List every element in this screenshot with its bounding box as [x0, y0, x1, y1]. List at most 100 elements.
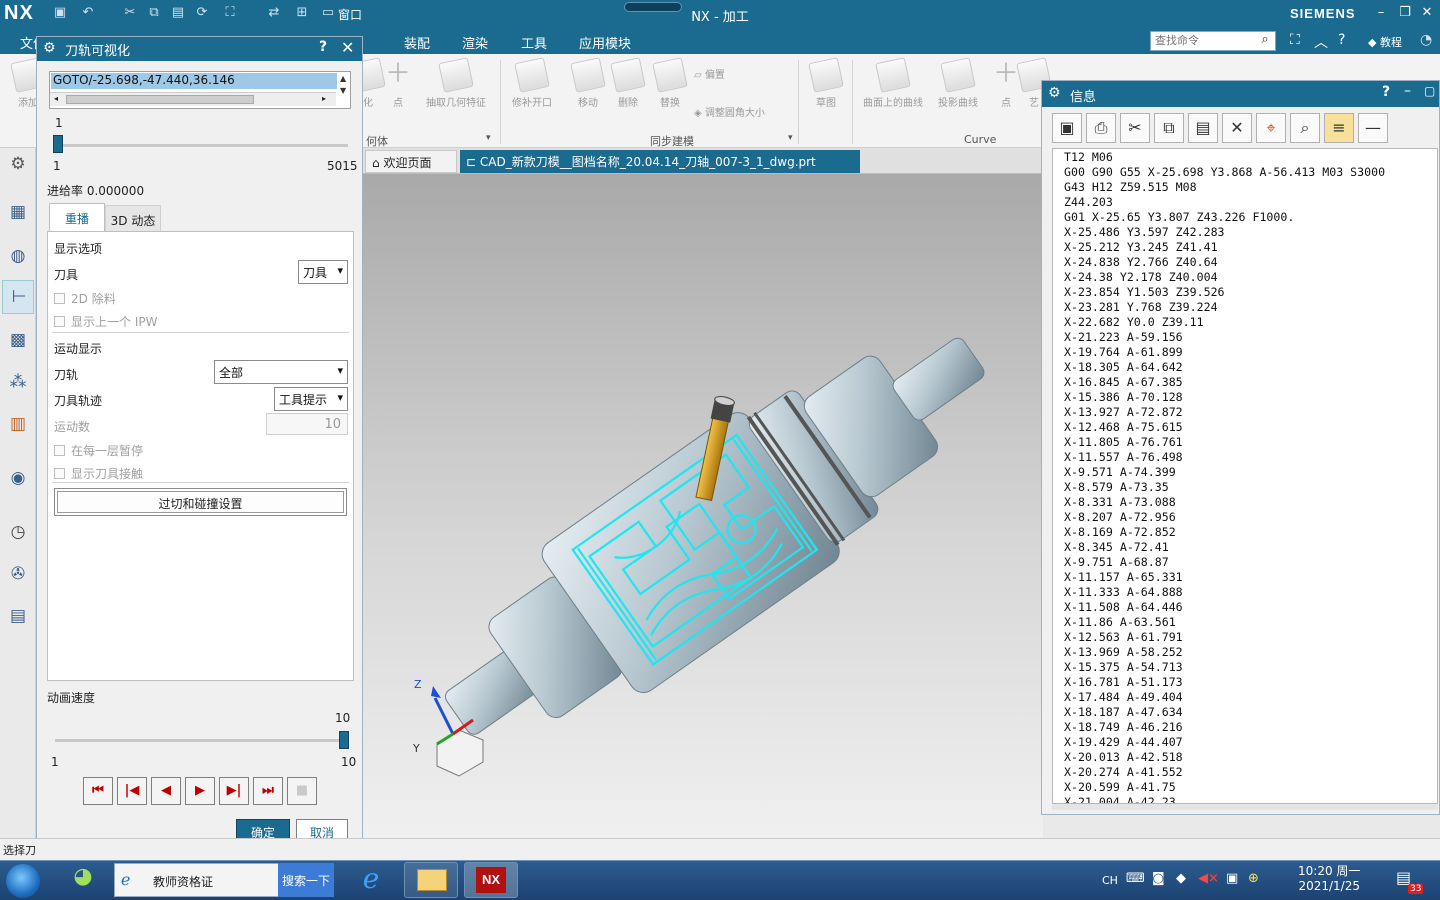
speed-slider-track[interactable]: [55, 739, 348, 742]
tab-cad-part[interactable]: ⊏ CAD_新款刀模__图档名称_20.04.14_刀轴_007-3_1_dwg…: [460, 150, 860, 173]
assembly-navigator-icon[interactable]: ◍: [6, 244, 30, 268]
history-icon[interactable]: ◷: [6, 520, 30, 544]
overcut-collision-settings-button[interactable]: 过切和碰撞设置: [54, 488, 347, 516]
tool-display-select[interactable]: 刀具: [298, 260, 348, 284]
ribbon-sketch-button[interactable]: 草图: [798, 57, 854, 109]
info-find-icon[interactable]: ⌕: [1290, 113, 1320, 143]
dialog-settings-icon[interactable]: ⚙: [43, 40, 56, 56]
notification-bell-icon[interactable]: ◆: [1176, 871, 1186, 886]
tab-close-icon[interactable]: ✕: [845, 152, 856, 167]
info-maximize-icon[interactable]: ▢: [1424, 84, 1435, 98]
tab-replay[interactable]: 重播: [49, 203, 105, 231]
ribbon-point-button[interactable]: ＋点: [370, 60, 426, 109]
tab-float-icon[interactable]: ⧉: [831, 154, 839, 168]
check-pause-each-layer[interactable]: 在每一层暂停: [54, 442, 143, 459]
goto-horizontal-scrollbar[interactable]: ◂ ▸: [50, 92, 336, 106]
search-icon[interactable]: ⌕: [1256, 32, 1274, 50]
dialog-close-icon[interactable]: ✕: [341, 38, 354, 57]
fast-forward-to-end-icon[interactable]: ⏭: [253, 777, 283, 805]
menu-application[interactable]: 应用模块: [579, 33, 631, 52]
ribbon-options-icon[interactable]: ◔: [1420, 32, 1432, 48]
settings-gear-icon[interactable]: ⚙: [6, 152, 30, 176]
check-tool-contact[interactable]: 显示刀具接触: [54, 465, 143, 482]
path-display-select[interactable]: 全部: [214, 360, 348, 384]
restore-icon[interactable]: ❐: [1396, 4, 1414, 22]
speed-slider-thumb[interactable]: [339, 731, 349, 749]
group-more-icon[interactable]: ▾: [788, 133, 793, 143]
info-help-icon[interactable]: ?: [1382, 84, 1390, 100]
info-text-area[interactable]: T12 M06 G00 G90 G55 X-25.698 Y3.868 A-56.…: [1052, 148, 1438, 804]
machine-tool-navigator-icon[interactable]: ▩: [6, 328, 30, 352]
info-collapse-icon[interactable]: —: [1358, 113, 1388, 143]
menu-render[interactable]: 渲染: [462, 33, 488, 52]
info-save-icon[interactable]: ▣: [1052, 113, 1082, 143]
security-icon[interactable]: ⊕: [1248, 871, 1259, 886]
app-360-icon[interactable]: ◕: [66, 864, 100, 896]
info-wrap-icon[interactable]: ≡: [1324, 113, 1354, 143]
nx-taskbar-button[interactable]: NX: [464, 862, 518, 898]
ribbon-offset-button[interactable]: ▱ 偏置: [694, 66, 725, 81]
operation-navigator-tab[interactable]: ⊢: [2, 280, 34, 314]
goto-listbox[interactable]: GOTO/-25.698,-47.440,36.146 ▲ ▼ ◂ ▸: [49, 71, 351, 109]
process-studio-icon[interactable]: ✇: [6, 562, 30, 586]
play-reverse-icon[interactable]: ◀: [151, 777, 181, 805]
group-more-icon[interactable]: ▾: [486, 133, 491, 143]
scroll-left-icon[interactable]: ◂: [54, 94, 58, 103]
tool-trace-select[interactable]: 工具提示: [274, 387, 348, 411]
volume-muted-icon[interactable]: ◀×: [1198, 871, 1219, 886]
info-settings-icon[interactable]: ⚙: [1048, 85, 1061, 101]
graphics-viewport[interactable]: Z Y: [363, 174, 1043, 838]
feature-navigator-icon[interactable]: ⁂: [6, 370, 30, 394]
keyboard-icon[interactable]: ⌨: [1126, 871, 1145, 886]
start-button[interactable]: [6, 864, 40, 898]
motion-slider-thumb[interactable]: [53, 135, 63, 153]
scroll-right-icon[interactable]: ▸: [322, 94, 326, 103]
minimize-icon[interactable]: –: [1372, 4, 1390, 22]
roles-icon[interactable]: ▤: [6, 604, 30, 628]
step-forward-icon[interactable]: ▶|: [219, 777, 249, 805]
full-screen-icon[interactable]: ⛶: [1290, 32, 1300, 48]
file-explorer-taskbar-button[interactable]: [404, 862, 458, 898]
menu-assembly[interactable]: 装配: [404, 33, 430, 52]
spin-up-icon[interactable]: ▲: [340, 74, 346, 83]
ribbon-extract-geometry-button[interactable]: 抽取几何特征: [420, 57, 492, 109]
motion-slider-track[interactable]: [55, 144, 348, 147]
network-icon[interactable]: ▣: [1226, 871, 1238, 886]
play-forward-icon[interactable]: ▶: [185, 777, 215, 805]
stop-icon[interactable]: ■: [287, 777, 317, 805]
info-clear-icon[interactable]: ✕: [1222, 113, 1252, 143]
scroll-thumb[interactable]: [66, 95, 254, 104]
step-back-icon[interactable]: |◀: [117, 777, 147, 805]
checkbox[interactable]: [54, 316, 65, 327]
network-app-icon[interactable]: ◙: [1152, 871, 1165, 886]
part-navigator-icon[interactable]: ▦: [6, 200, 30, 224]
help-icon[interactable]: ?: [1338, 32, 1345, 48]
info-copy-icon[interactable]: ⧉: [1154, 113, 1184, 143]
rewind-to-start-icon[interactable]: ⏮: [83, 777, 113, 805]
check-2d-removal[interactable]: 2D 除料: [54, 290, 116, 307]
info-paste-icon[interactable]: ▤: [1188, 113, 1218, 143]
ribbon-resize-blend-button[interactable]: ◈ 调整圆角大小: [694, 104, 765, 119]
collapse-ribbon-icon[interactable]: ︿: [1314, 32, 1328, 52]
web-browser-icon[interactable]: ◉: [6, 466, 30, 490]
dialog-help-icon[interactable]: ?: [319, 39, 327, 55]
info-locate-icon[interactable]: ⌖: [1256, 113, 1286, 143]
tab-3d-dynamic[interactable]: 3D 动态: [105, 205, 161, 233]
ribbon-replace-button[interactable]: 替换: [642, 57, 698, 109]
taskbar-clock[interactable]: 10:20 周一 2021/1/25: [1298, 864, 1360, 894]
ie-search-button[interactable]: 搜索一下: [278, 863, 334, 897]
tutorial-link[interactable]: ◆ 教程: [1368, 34, 1402, 50]
spin-down-icon[interactable]: ▼: [340, 86, 346, 95]
ie-icon[interactable]: ℯ: [354, 862, 388, 898]
info-horizontal-scrollbar[interactable]: [1052, 804, 1438, 810]
checkbox[interactable]: [54, 468, 65, 479]
ie-search-box[interactable]: ℯ 教师资格证: [114, 863, 279, 897]
tab-welcome-page[interactable]: ⌂ 欢迎页面: [365, 150, 457, 173]
motion-count-input[interactable]: 10: [266, 413, 348, 435]
close-icon[interactable]: ✕: [1418, 4, 1436, 22]
info-cut-icon[interactable]: ✂: [1120, 113, 1150, 143]
goto-selected-line[interactable]: GOTO/-25.698,-47.440,36.146: [51, 73, 337, 89]
info-print-icon[interactable]: ⎙: [1086, 113, 1116, 143]
info-minimize-icon[interactable]: –: [1404, 83, 1411, 99]
ribbon-patch-opening-button[interactable]: 修补开口: [504, 57, 560, 109]
